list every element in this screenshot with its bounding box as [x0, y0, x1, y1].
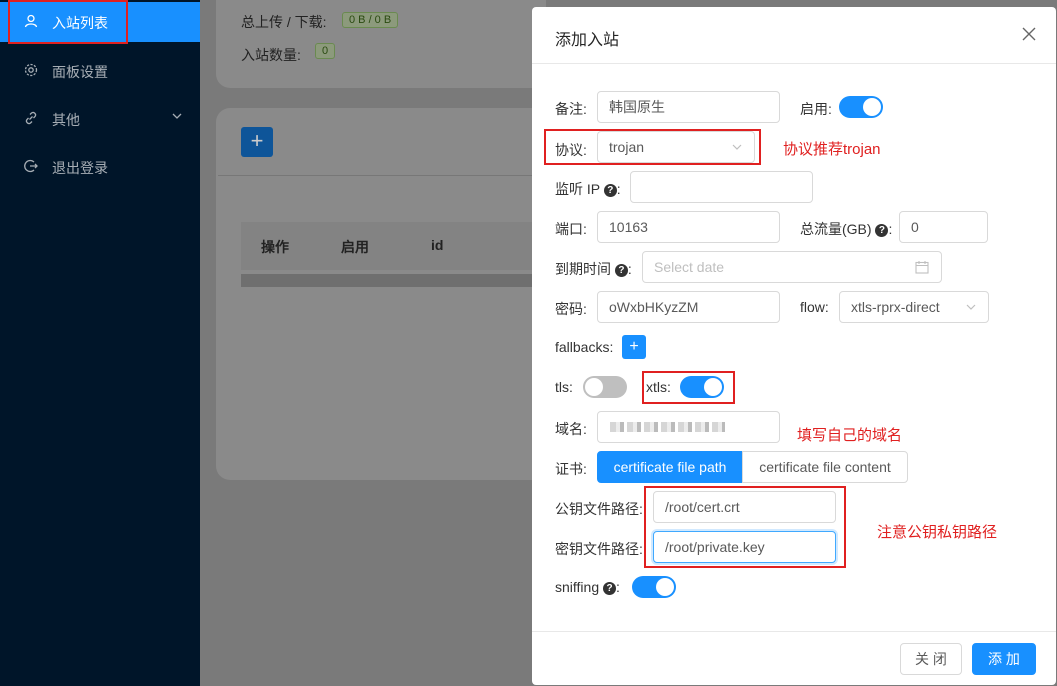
divider: [218, 175, 546, 176]
annotation-key-note: 注意公钥私钥路径: [877, 524, 998, 541]
table-header-cell: id: [431, 237, 444, 253]
modal-footer: 关 闭 添 加: [532, 631, 1056, 686]
sniffing-label: sniffing ?:: [555, 579, 620, 595]
enable-label: 启用:: [800, 101, 832, 117]
enable-switch[interactable]: [839, 96, 883, 118]
chevron-down-icon: [172, 113, 182, 119]
annotation-box-inbounds: [8, 0, 128, 44]
add-button[interactable]: 添 加: [972, 643, 1036, 675]
password-input[interactable]: oWxbHKyzZM: [597, 291, 780, 323]
question-icon[interactable]: ?: [875, 224, 889, 237]
inbound-list-card: [216, 108, 546, 480]
annotation-protocol-note: 协议推荐trojan: [783, 141, 881, 158]
link-icon: [25, 111, 37, 125]
modal-title: 添加入站: [555, 32, 620, 49]
listen-ip-label: 监听 IP ?:: [555, 181, 621, 197]
fallbacks-add-button[interactable]: +: [622, 335, 646, 359]
total-traffic-input[interactable]: 0: [899, 211, 988, 243]
upload-download-tag: 0 B / 0 B: [342, 12, 399, 28]
tls-switch[interactable]: [583, 376, 627, 398]
add-inbound-modal: 添加入站 备注: 韩国原生 启用: 协议: trojan 监听 IP ?: 端口…: [532, 7, 1056, 685]
cert-mode-group: certificate file path certificate file c…: [597, 451, 908, 483]
redacted-domain: [610, 422, 725, 432]
chevron-down-icon: [966, 304, 976, 310]
expire-time-label: 到期时间 ?:: [555, 261, 632, 277]
annotation-domain-note: 填写自己的域名: [797, 427, 903, 444]
inbound-count-tag: 0: [315, 43, 336, 59]
table-header: 操作 启用 id: [241, 222, 533, 270]
sniffing-switch[interactable]: [632, 576, 676, 598]
annotation-box-protocol: [544, 129, 761, 165]
total-traffic-label: 总流量(GB) ?:: [800, 221, 893, 237]
port-label: 端口:: [555, 221, 587, 237]
port-input[interactable]: 10163: [597, 211, 780, 243]
question-icon[interactable]: ?: [603, 582, 616, 595]
sidebar-item-other[interactable]: 其他: [0, 99, 200, 139]
domain-input[interactable]: [597, 411, 780, 443]
calendar-icon: [915, 261, 929, 274]
close-icon[interactable]: [1022, 27, 1036, 41]
close-button[interactable]: 关 闭: [900, 643, 962, 675]
cert-file-path-tab[interactable]: certificate file path: [597, 451, 743, 483]
question-icon[interactable]: ?: [603, 184, 617, 197]
flow-select-value: xtls-rprx-direct: [851, 299, 940, 315]
domain-label: 域名:: [555, 421, 587, 437]
cert-file-content-tab[interactable]: certificate file content: [742, 451, 908, 483]
expire-date-picker[interactable]: Select date: [642, 251, 942, 283]
pubkey-path-label: 公钥文件路径:: [555, 501, 643, 517]
privkey-path-label: 密钥文件路径:: [555, 541, 643, 557]
gear-icon: [24, 63, 38, 77]
remark-label: 备注:: [555, 101, 587, 117]
expire-date-placeholder: Select date: [654, 259, 725, 275]
sidebar-item-label: 其他: [52, 112, 80, 128]
annotation-box-keys: [644, 486, 846, 568]
tls-label: tls:: [555, 379, 573, 395]
add-inbound-button[interactable]: +: [241, 127, 273, 157]
sidebar: 入站列表 面板设置 其他 退出登录: [0, 0, 200, 686]
listen-ip-input[interactable]: [630, 171, 813, 203]
sidebar-item-logout[interactable]: 退出登录: [0, 147, 200, 187]
sidebar-item-panel-settings[interactable]: 面板设置: [0, 51, 200, 91]
modal-header: 添加入站: [532, 7, 1056, 64]
password-label: 密码:: [555, 301, 587, 317]
sidebar-item-label: 面板设置: [52, 64, 108, 80]
logout-icon: [24, 159, 38, 173]
sidebar-item-label: 退出登录: [52, 160, 108, 176]
table-scrollbar[interactable]: [241, 274, 533, 287]
fallbacks-label: fallbacks:: [555, 339, 614, 355]
cert-label: 证书:: [555, 461, 587, 477]
upload-download-label: 总上传 / 下载:: [241, 14, 327, 30]
remark-input[interactable]: 韩国原生: [597, 91, 780, 123]
table-header-cell: 操作: [261, 239, 289, 255]
annotation-box-xtls: [642, 371, 735, 404]
flow-label: flow:: [800, 299, 829, 315]
inbound-count-label: 入站数量:: [241, 47, 301, 63]
table-header-cell: 启用: [341, 239, 369, 255]
flow-select[interactable]: xtls-rprx-direct: [839, 291, 989, 323]
question-icon[interactable]: ?: [614, 264, 628, 277]
